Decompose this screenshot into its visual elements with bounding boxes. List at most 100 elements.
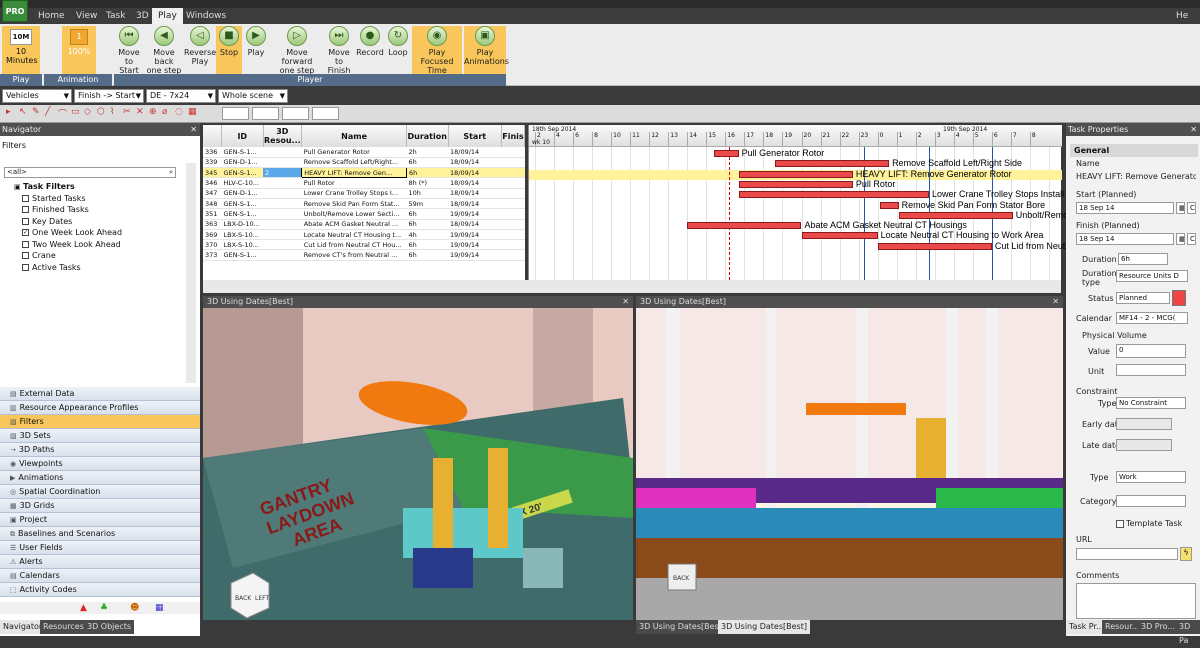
filter-item[interactable]: Two Week Look Ahead xyxy=(22,239,122,251)
column-header-3d-resou-[interactable]: 3D Resou... xyxy=(263,125,303,147)
move-forward-one-step-button[interactable]: ▷ Move forward one step xyxy=(270,26,324,75)
tool-dropdown[interactable] xyxy=(222,107,249,120)
cut-icon[interactable]: ✂ xyxy=(123,107,131,117)
filter-checkbox[interactable]: ✓ xyxy=(22,229,29,236)
people-icon[interactable]: ☻ xyxy=(130,603,139,613)
play-speed-dropdown[interactable]: 10M 10 Minutes xyxy=(2,26,40,74)
properties-tab[interactable]: 3D Pa xyxy=(1176,620,1200,645)
polygon-icon[interactable]: ⬡ xyxy=(97,107,105,117)
play-button[interactable]: ▶ Play xyxy=(244,26,268,74)
collapse-icon[interactable]: ▣ xyxy=(14,183,21,191)
filter-search-input[interactable]: <all> ⌕ xyxy=(4,167,176,178)
tool-dropdown[interactable] xyxy=(312,107,339,120)
properties-tab[interactable]: Task Pr... xyxy=(1066,620,1107,634)
search-icon[interactable]: ⌕ xyxy=(169,168,175,177)
move-to-start-button[interactable]: ⏮ Move to Start xyxy=(114,26,144,75)
3d-view-left[interactable]: 3D Using Dates[Best] ✕ GANTRY LAYDOWN ARE… xyxy=(203,296,633,620)
template-task-checkbox[interactable] xyxy=(1116,520,1124,528)
properties-tab[interactable]: 3D Pro... xyxy=(1138,620,1178,634)
table-row[interactable]: 347 GEN-D-1... Lower Crane Trolley Stops I… xyxy=(203,188,525,199)
navigator-section-external-data[interactable]: ▤ External Data xyxy=(0,387,200,401)
record-button[interactable]: ● Record xyxy=(356,26,384,74)
constraint-type-dropdown[interactable]: No Constraint xyxy=(1116,397,1186,409)
column-header-start[interactable]: Start xyxy=(448,125,502,147)
table-row[interactable]: 339 GEN-D-1... Remove Scaffold Left/Right.… xyxy=(203,157,525,169)
navigator-section-project[interactable]: ▣ Project xyxy=(0,513,200,527)
table-row[interactable]: 363 LBX-D-10... Abate ACM Gasket Neutral .… xyxy=(203,219,525,230)
3d-view-right[interactable]: 3D Using Dates[Best] ✕ BACK xyxy=(636,296,1063,620)
table-row[interactable]: 346 HLV-C-10... Pull Rotor 8h (*) 18/09/14 xyxy=(203,177,525,189)
unit-dropdown[interactable] xyxy=(1116,364,1186,376)
table-row[interactable]: 336 GEN-S-1... Pull Generator Rotor 2h 18/09… xyxy=(203,147,525,158)
filter-checkbox[interactable] xyxy=(22,263,29,271)
filter-item[interactable]: Crane xyxy=(22,250,122,262)
column-header-finis[interactable]: Finis xyxy=(501,125,526,147)
gantt-bar[interactable] xyxy=(877,242,992,250)
navigator-section-3d-paths[interactable]: ➝ 3D Paths xyxy=(0,443,200,457)
navigator-section-calendars[interactable]: ▤ Calendars xyxy=(0,569,200,583)
lightning-icon[interactable]: ϟ xyxy=(1180,547,1192,561)
navigator-section-viewpoints[interactable]: ◉ Viewpoints xyxy=(0,457,200,471)
scrollbar[interactable] xyxy=(186,163,196,383)
schedule-dropdown[interactable]: DE - 7x24 ▼ xyxy=(146,89,216,103)
gantt-bar[interactable] xyxy=(879,201,899,209)
menu-windows[interactable]: Windows xyxy=(180,8,232,24)
view-tab[interactable]: 3D Using Dates[Best] xyxy=(636,620,728,634)
table-row[interactable]: 345 GEN-S-1... 2 HEAVY LIFT: Remove Gen... 6… xyxy=(203,167,525,179)
gantt-bar[interactable] xyxy=(713,150,739,157)
select-icon[interactable]: ↖ xyxy=(19,107,27,117)
help-menu[interactable]: He xyxy=(1176,8,1188,24)
properties-tab[interactable]: Resour... xyxy=(1102,620,1143,634)
navigator-tab-3d-objects[interactable]: 3D Objects xyxy=(84,620,135,634)
calendar-icon[interactable]: ▦ xyxy=(1176,202,1185,214)
close-icon[interactable]: ✕ xyxy=(622,296,633,308)
gantt-bar[interactable] xyxy=(738,191,930,199)
navigator-section-baselines-and-scenarios[interactable]: ⧉ Baselines and Scenarios xyxy=(0,527,200,541)
table-row[interactable]: 348 GEN-S-1... Remove Skid Pan Form Stat..… xyxy=(203,198,525,210)
url-field[interactable] xyxy=(1076,548,1178,560)
loop-button[interactable]: ↻ Loop xyxy=(386,26,410,74)
tree-icon[interactable]: ♣ xyxy=(100,603,108,613)
play-focused-time-button[interactable]: ◉ Play Focused Time xyxy=(412,26,462,75)
close-icon[interactable]: ✕ xyxy=(190,123,200,136)
move-back-one-step-button[interactable]: ◀ Move back one step xyxy=(144,26,184,75)
clear-icon[interactable]: C xyxy=(1187,233,1196,245)
clear-icon[interactable]: C xyxy=(1187,202,1196,214)
table-row[interactable]: 351 GEN-S-1... Unbolt/Remove Lower Secti..… xyxy=(203,208,525,220)
circle-icon[interactable]: ◌ xyxy=(175,107,183,117)
vehicles-dropdown[interactable]: Vehicles ▼ xyxy=(2,89,72,103)
close-icon[interactable]: ✕ xyxy=(1190,123,1200,136)
navigator-section-filters[interactable]: ▧ Filters xyxy=(0,415,200,429)
flag-icon[interactable]: ▲ xyxy=(80,603,87,613)
delete-icon[interactable]: ✕ xyxy=(136,107,144,117)
gantt-bar[interactable] xyxy=(774,160,890,168)
menu-task[interactable]: Task xyxy=(100,8,131,24)
column-header-name[interactable]: Name xyxy=(301,125,407,147)
filter-checkbox[interactable] xyxy=(22,194,29,202)
menu-home[interactable]: Home xyxy=(32,8,71,24)
late-date-field[interactable] xyxy=(1116,439,1172,451)
calendar-dropdown[interactable]: MF14 - 2 - MCG( xyxy=(1116,312,1188,324)
animation-speed-dropdown[interactable]: 1 100% xyxy=(62,26,96,74)
task-type-dropdown[interactable]: Work xyxy=(1116,471,1186,483)
stop-button[interactable]: ■ Stop xyxy=(216,26,242,74)
navigator-tab-navigator[interactable]: Navigator xyxy=(0,620,46,634)
filter-item[interactable]: Active Tasks xyxy=(22,262,122,274)
play-animations-button[interactable]: ▣ Play Animations xyxy=(464,26,509,74)
gantt-bar[interactable] xyxy=(898,211,1013,219)
navigator-section-activity-codes[interactable]: ⬚ Activity Codes xyxy=(0,583,200,597)
value-field[interactable]: 0 xyxy=(1116,344,1186,358)
filter-item[interactable]: Key Dates xyxy=(22,216,122,228)
move-to-finish-button[interactable]: ⏭ Move to Finish xyxy=(324,26,354,75)
view-tab[interactable]: 3D Using Dates[Best] xyxy=(718,620,810,634)
arc-icon[interactable]: ⌒ xyxy=(58,107,67,120)
navigator-section-animations[interactable]: ▶ Animations xyxy=(0,471,200,485)
grid-icon[interactable]: ▦ xyxy=(155,603,164,613)
gantt-bar[interactable] xyxy=(801,232,878,240)
duration-field[interactable]: 6h xyxy=(1118,253,1168,265)
menu-view[interactable]: View xyxy=(70,8,103,24)
navigator-tab-resources[interactable]: Resources xyxy=(40,620,87,634)
gantt-bar[interactable] xyxy=(738,180,853,188)
navigator-section-user-fields[interactable]: ☰ User Fields xyxy=(0,541,200,555)
filter-item[interactable]: Started Tasks xyxy=(22,193,122,205)
